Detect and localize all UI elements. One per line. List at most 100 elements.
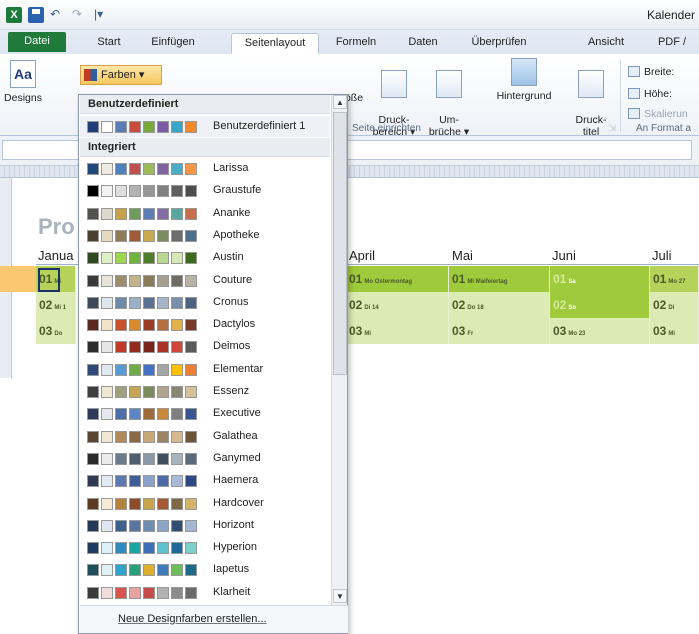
color-swatch	[143, 207, 155, 220]
tab-seitenlayout[interactable]: Seitenlayout	[231, 33, 319, 54]
breite-control[interactable]: Breite:	[628, 66, 674, 78]
color-scheme-item[interactable]: Horizont	[80, 515, 330, 536]
day-cell[interactable]: 03 Mi	[650, 318, 699, 344]
color-scheme-item[interactable]: Iapetus	[80, 559, 330, 580]
designs-icon: Aa	[10, 60, 36, 88]
color-swatch	[143, 252, 155, 265]
excel-window: X ↶ ↷ |▾ Kalender Datei Start Einfügen S…	[0, 0, 699, 634]
color-swatch	[171, 586, 183, 599]
hintergrund-button[interactable]: Hintergrund	[489, 58, 559, 102]
color-swatch	[157, 542, 169, 555]
color-scheme-item[interactable]: Ananke	[80, 203, 330, 224]
day-cell[interactable]: 01 Mo 27	[650, 266, 699, 292]
color-swatch	[115, 319, 127, 332]
create-colors-item[interactable]: Neue Designfarben erstellen...	[80, 605, 348, 633]
day-cell[interactable]: 02 So	[550, 292, 650, 318]
color-swatch	[87, 452, 99, 465]
tab-ueberpruefen[interactable]: Überprüfen	[460, 33, 538, 54]
tab-ansicht[interactable]: Ansicht	[578, 33, 634, 54]
color-scheme-item[interactable]: Klarheit	[80, 582, 330, 603]
day-cell[interactable]: 02 Mi 1	[36, 292, 76, 318]
day-cell[interactable]: 03 Mi	[346, 318, 449, 344]
day-cell[interactable]: 01 Sa	[550, 266, 650, 292]
farben-button[interactable]: Farben ▾	[80, 65, 162, 85]
customize-qat-icon[interactable]: |▾	[94, 7, 103, 21]
color-scheme-name: Elementar	[213, 362, 264, 375]
color-swatch	[101, 586, 113, 599]
color-scheme-item[interactable]: Galathea	[80, 426, 330, 447]
color-swatch	[101, 497, 113, 510]
tab-formeln[interactable]: Formeln	[328, 33, 384, 54]
color-swatch	[115, 341, 127, 354]
color-scheme-item[interactable]: Graustufe	[80, 180, 330, 201]
designs-button[interactable]: Aa Designs	[0, 60, 46, 104]
color-swatch	[101, 274, 113, 287]
color-swatch	[143, 121, 155, 133]
background-icon	[511, 58, 537, 86]
color-scheme-item[interactable]: Benutzerdefiniert 1	[80, 116, 330, 137]
scroll-down-icon[interactable]: ▼	[333, 589, 347, 603]
tab-pdf[interactable]: PDF /	[648, 33, 696, 54]
color-scheme-item[interactable]: Elementar	[80, 359, 330, 380]
color-swatch	[115, 185, 127, 198]
color-scheme-item[interactable]: Austin	[80, 247, 330, 268]
skalierung-control[interactable]: Skalierun	[628, 108, 688, 120]
color-swatch	[171, 163, 183, 175]
scroll-up-icon[interactable]: ▲	[333, 95, 347, 109]
color-scheme-item[interactable]: Executive	[80, 403, 330, 424]
day-cell[interactable]: 03 Fr	[449, 318, 550, 344]
color-scheme-item[interactable]: Hardcover	[80, 493, 330, 514]
scroll-thumb[interactable]	[333, 112, 347, 375]
tab-daten[interactable]: Daten	[398, 33, 448, 54]
color-scheme-item[interactable]: Cronus	[80, 292, 330, 313]
color-swatch	[87, 564, 99, 577]
day-cell[interactable]: 01 Mi Maifeiertag	[449, 266, 550, 292]
dropdown-scrollbar[interactable]: ▲ ▼	[331, 95, 347, 605]
color-scheme-item[interactable]: Haemera	[80, 470, 330, 491]
color-swatch	[87, 542, 99, 555]
color-scheme-item[interactable]: Dactylos	[80, 314, 330, 335]
color-scheme-name: Haemera	[213, 474, 259, 487]
color-swatch	[101, 452, 113, 465]
color-swatch	[129, 519, 141, 532]
color-swatch	[143, 452, 155, 465]
save-icon[interactable]	[28, 7, 44, 23]
print-titles-icon	[578, 70, 604, 98]
color-swatch	[129, 430, 141, 443]
day-cell[interactable]: 03 Do	[36, 318, 76, 344]
color-swatch	[143, 319, 155, 332]
hoehe-control[interactable]: Höhe:	[628, 88, 672, 100]
day-cell[interactable]: 02 Di	[650, 292, 699, 318]
redo-icon[interactable]: ↷	[72, 7, 82, 21]
group-label-an-format: An Format a	[636, 123, 692, 134]
color-swatch	[129, 386, 141, 398]
tab-start[interactable]: Start	[84, 33, 134, 54]
color-scheme-item[interactable]: Deimos	[80, 336, 330, 357]
color-scheme-item[interactable]: Hyperion	[80, 537, 330, 558]
color-scheme-item[interactable]: Couture	[80, 270, 330, 291]
color-swatch	[157, 207, 169, 220]
color-scheme-item[interactable]: Ganymed	[80, 448, 330, 469]
color-swatch	[157, 121, 169, 133]
umbrueche-button[interactable]: Um- brüche ▾	[425, 58, 473, 138]
color-swatch	[87, 121, 99, 133]
color-swatch	[115, 542, 127, 555]
undo-icon[interactable]: ↶	[50, 7, 60, 21]
dialog-launcher-icon[interactable]: ⇲	[608, 123, 616, 134]
tab-einfuegen[interactable]: Einfügen	[142, 33, 204, 54]
color-scheme-item[interactable]: Larissa	[80, 158, 330, 179]
day-cell[interactable]: 03 Mo 23	[550, 318, 650, 344]
color-swatch	[143, 296, 155, 309]
color-swatch	[115, 564, 127, 577]
tab-datei[interactable]: Datei	[8, 32, 66, 52]
day-cell[interactable]: 01 Mo Ostermontag	[346, 266, 449, 292]
color-swatch	[101, 408, 113, 421]
day-cell[interactable]: 02 Do 18	[449, 292, 550, 318]
color-scheme-item[interactable]: Essenz	[80, 381, 330, 402]
color-scheme-item[interactable]: Apotheke	[80, 225, 330, 246]
day-cell[interactable]: 02 Di 14	[346, 292, 449, 318]
color-swatch	[157, 296, 169, 309]
color-swatch	[87, 586, 99, 599]
ribbon-tabs: Datei Start Einfügen Seitenlayout Formel…	[0, 30, 699, 54]
width-icon	[628, 66, 640, 77]
